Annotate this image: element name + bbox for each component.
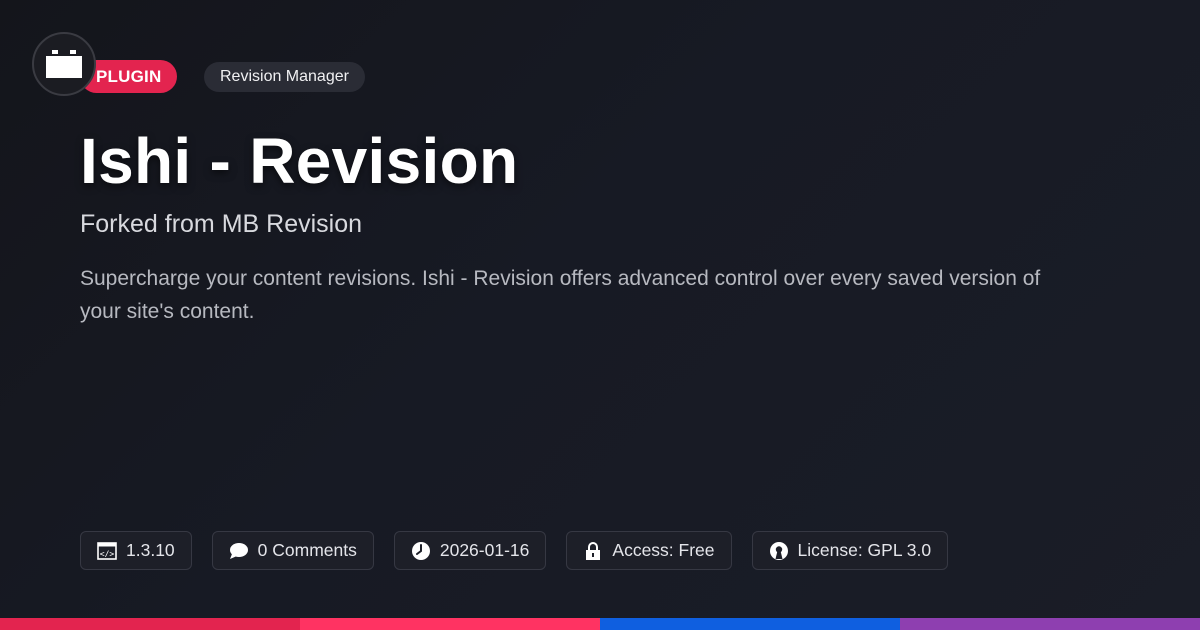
access-pill: Access: Free xyxy=(566,531,732,570)
plugin-logo xyxy=(32,32,96,96)
comments-pill[interactable]: 0 Comments xyxy=(211,531,374,570)
bar-segment-1 xyxy=(0,618,300,630)
lock-icon xyxy=(583,541,603,561)
meta-row: </> 1.3.10 0 Comments 2026-01-16 Access:… xyxy=(80,531,949,570)
page-subtitle: Forked from MB Revision xyxy=(80,210,363,238)
code-icon: </> xyxy=(97,541,117,561)
clock-icon xyxy=(411,541,431,561)
speech-bubble-icon xyxy=(229,541,249,561)
bar-segment-3 xyxy=(600,618,900,630)
accent-color-bar xyxy=(0,618,1200,630)
svg-text:</>: </> xyxy=(100,549,115,558)
comments-text: 0 Comments xyxy=(257,540,357,560)
page-description: Supercharge your content revisions. Ishi… xyxy=(80,267,1041,323)
bar-segment-2 xyxy=(300,618,600,630)
license-pill[interactable]: License: GPL 3.0 xyxy=(751,531,949,570)
date-pill: 2026-01-16 xyxy=(393,531,547,570)
plugin-block-icon xyxy=(46,50,82,78)
license-text: License: GPL 3.0 xyxy=(797,540,932,560)
version-pill: </> 1.3.10 xyxy=(80,531,192,570)
page-title: Ishi - Revision xyxy=(80,125,519,197)
category-badge[interactable]: Revision Manager xyxy=(204,62,365,92)
access-text: Access: Free xyxy=(612,540,715,560)
open-source-icon xyxy=(769,541,789,561)
version-text: 1.3.10 xyxy=(126,540,175,560)
bar-segment-4 xyxy=(900,618,1200,630)
date-text: 2026-01-16 xyxy=(439,540,530,560)
